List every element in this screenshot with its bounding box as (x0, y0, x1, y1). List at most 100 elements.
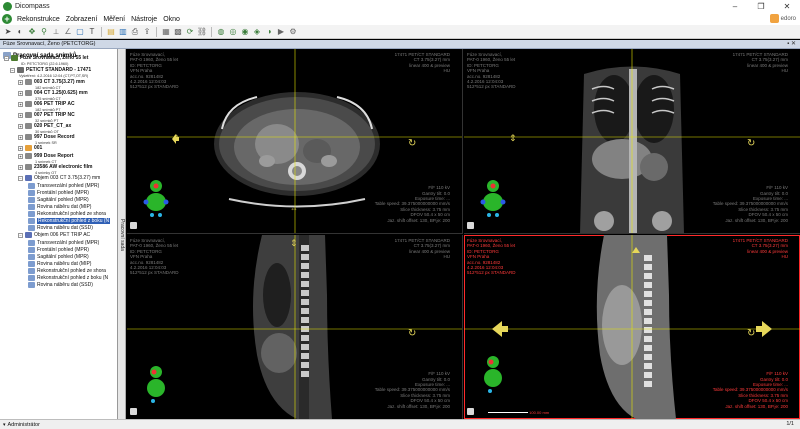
tree-series[interactable]: +006 PET TRIP AC 182 snímků PT (18, 101, 75, 112)
expand-toggle-icon[interactable]: − (18, 175, 23, 181)
tree-view-item[interactable]: Rekonstrukční pohled z boku (N (28, 275, 108, 281)
tree-view-item[interactable]: Frontální pohled (MPR) (28, 190, 89, 196)
fusion-icon[interactable]: ◑ (264, 27, 274, 37)
link-icon[interactable]: ⛓ (197, 27, 207, 37)
panel-pin-icon[interactable]: ▪ ✕ (787, 40, 796, 49)
text-icon[interactable]: T (87, 27, 97, 37)
tree-series[interactable]: +001 (18, 145, 42, 151)
tree-view-item[interactable]: Transverzální pohled (MPR) (28, 240, 99, 246)
expand-toggle-icon[interactable]: + (18, 153, 23, 159)
cine-icon[interactable]: ▶ (276, 27, 286, 37)
tree-view-item[interactable]: Rekonstrukční pohled z boku (N (28, 218, 111, 224)
viewport-menu-icon[interactable] (467, 222, 474, 229)
pan-handle-icon[interactable]: ⇔ (290, 204, 298, 213)
layout-icon[interactable]: ▦ (161, 27, 171, 37)
home-icon[interactable]: + (0, 13, 14, 25)
rotate-icon[interactable]: ↻ (408, 138, 416, 149)
zoom-icon[interactable]: ⚲ (39, 27, 49, 37)
expand-toggle-icon[interactable]: − (4, 55, 9, 61)
tree-view-item[interactable]: Sagitální pohled (MPR) (28, 197, 89, 203)
user-dropdown-icon[interactable]: ▾ (3, 422, 6, 428)
mip-icon[interactable]: ◉ (240, 27, 250, 37)
maximize-icon[interactable]: ❐ (748, 0, 774, 13)
close-icon[interactable]: ✕ (774, 0, 800, 13)
volume-icon (25, 175, 32, 181)
roi-icon[interactable]: ▢ (75, 27, 85, 37)
menu-mereni[interactable]: Měření (100, 16, 128, 23)
tree-view-item[interactable]: Rekonstrukční pohled ze shora (28, 211, 106, 217)
tree-view-item[interactable]: Sagitální pohled (MPR) (28, 254, 89, 260)
viewport-menu-icon[interactable] (130, 408, 137, 415)
settings-icon[interactable]: ⚙ (288, 27, 298, 37)
tree-volume[interactable]: − Objem 003 CT 3.75(3.27) mm (18, 175, 100, 181)
grid-icon[interactable]: ▩ (173, 27, 183, 37)
expand-toggle-icon[interactable]: + (18, 164, 23, 170)
folder-icon[interactable]: ▤ (106, 27, 116, 37)
pan-icon[interactable]: ✥ (27, 27, 37, 37)
tree-view-item[interactable]: Rovina náběru dat (MIP) (28, 204, 91, 210)
sync-icon[interactable]: ⟳ (185, 27, 195, 37)
tree-patient[interactable]: − Fúze Srovnavací, Ženo 55 let ID: PETCTOR… (4, 55, 88, 66)
tree-series[interactable]: +23586 AW electronic film 4 snímky OT (18, 164, 92, 175)
export-icon[interactable]: ⇪ (142, 27, 152, 37)
move-handle-icon[interactable]: ⇕ (509, 133, 517, 144)
volume-icon[interactable]: ◍ (216, 27, 226, 37)
expand-toggle-icon[interactable]: + (18, 134, 23, 140)
menu-zobrazeni[interactable]: Zobrazení (63, 16, 101, 23)
menu-okno[interactable]: Okno (160, 16, 183, 23)
tree-view-item[interactable]: Rovina náběru dat (SSD) (28, 225, 93, 231)
rotate-icon[interactable]: ↻ (747, 138, 755, 149)
tree-series[interactable]: +999 Dose Report 1 snímek CT (18, 153, 73, 164)
contrast-icon[interactable]: ◐ (15, 27, 25, 37)
move-handle-icon[interactable]: ⇕ (290, 238, 298, 249)
rotate-icon[interactable]: ↻ (408, 328, 416, 339)
expand-toggle-icon[interactable]: + (18, 145, 23, 151)
overlay-top-left: Fúze Srovnavací, PAT-0 1960, Ženo 55 let… (467, 52, 516, 90)
tree-view-item[interactable]: Rekonstrukční pohled ze shora (28, 268, 106, 274)
tree-series[interactable]: +007 PET TRIP NC 32 snímků PT (18, 112, 75, 123)
tree-series[interactable]: +003 CT 3.75(3.27) mm 182 snímků CT (18, 79, 85, 90)
3d-icon[interactable]: ◈ (252, 27, 262, 37)
menu-rekonstrukce[interactable]: Rekonstrukce (14, 16, 63, 23)
expand-toggle-icon[interactable]: + (18, 79, 23, 85)
ruler-icon[interactable]: ⟂ (51, 27, 61, 37)
menu-nastroje[interactable]: Nástroje (128, 16, 160, 23)
save-icon[interactable]: ▥ (118, 27, 128, 37)
tree-item-label: Rekonstrukční pohled ze shora (37, 268, 106, 274)
tree-series[interactable]: +020 PET_CT_ax 30 snímků OT (18, 123, 71, 134)
user-badge[interactable]: edoro (769, 14, 796, 23)
expand-toggle-icon[interactable]: − (10, 67, 15, 73)
angle-icon[interactable]: ∠ (63, 27, 73, 37)
tree-study[interactable]: − PET/CT STANDARD - 17471 Vyšetření: 4.2.2… (10, 67, 91, 78)
view-icon (28, 282, 35, 288)
tree-item-label: Frontální pohled (MPR) (37, 247, 89, 253)
print-icon[interactable]: ⎙ (130, 27, 140, 37)
tree-series[interactable]: +997 Dose Record 1 snímek SR (18, 134, 75, 145)
expand-toggle-icon[interactable]: + (18, 101, 23, 107)
tree-series[interactable]: +004 CT 1.25(0.625) mm 375 snímků CT (18, 90, 88, 101)
expand-toggle-icon[interactable]: + (18, 123, 23, 129)
tree-view-item[interactable]: Rovina náběru dat (MIP) (28, 261, 91, 267)
tree-view-item[interactable]: Rovina náběru dat (SSD) (28, 282, 93, 288)
tree-volume[interactable]: − Objem 006 PET TRIP AC (18, 232, 90, 238)
viewport-sagittal-fused[interactable]: Fúze Srovnavací, PAT-0 1960, Ženo 55 let… (464, 235, 800, 419)
series-icon (25, 112, 32, 118)
expand-toggle-icon[interactable]: − (18, 232, 23, 238)
viewport-menu-icon[interactable] (130, 222, 137, 229)
viewport-axial[interactable]: Fúze Srovnavací, PAT-0 1960, Ženo 55 let… (127, 49, 463, 234)
tree-item-label: Rekonstrukční pohled ze shora (37, 211, 106, 217)
viewport-menu-icon[interactable] (467, 408, 474, 415)
tree-view-item[interactable]: Frontální pohled (MPR) (28, 247, 89, 253)
minimize-icon[interactable]: – (722, 0, 748, 13)
viewport-grid: Fúze Srovnavací, PAT-0 1960, Ženo 55 let… (127, 49, 800, 419)
mpr-icon[interactable]: ◎ (228, 27, 238, 37)
viewport-coronal[interactable]: Fúze Srovnavací, PAT-0 1960, Ženo 55 let… (464, 49, 800, 234)
sidebar-collapse-tab[interactable]: Pracovní sada (118, 49, 126, 419)
rotate-icon[interactable]: ↻ (747, 328, 755, 339)
cursor-icon[interactable]: ➤ (3, 27, 13, 37)
move-handle-icon[interactable]: ⇕ (172, 133, 180, 144)
tree-view-item[interactable]: Transverzální pohled (MPR) (28, 183, 99, 189)
expand-toggle-icon[interactable]: + (18, 112, 23, 118)
expand-toggle-icon[interactable]: + (18, 90, 23, 96)
viewport-sagittal[interactable]: Fúze Srovnavací, PAT-0 1960, Ženo 55 let… (127, 235, 463, 419)
